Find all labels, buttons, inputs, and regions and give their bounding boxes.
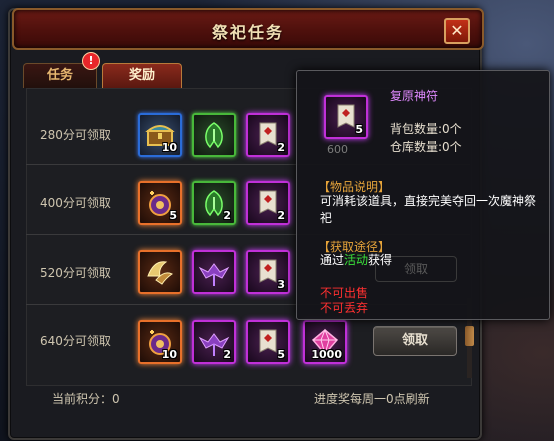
source-body: 通过活动获得 (320, 252, 542, 269)
reward-slot[interactable]: 2 (192, 181, 236, 225)
reward-slot[interactable]: 5 (138, 181, 182, 225)
source-post: 获得 (368, 253, 393, 267)
item-count: 5 (277, 348, 285, 361)
source-pre: 通过 (320, 253, 345, 267)
refresh-note: 进度奖每周一0点刷新 (314, 392, 430, 406)
bag-count: 背包数量:0个 (390, 122, 462, 136)
reward-slot[interactable]: 1000 (303, 320, 347, 364)
reward-slot[interactable]: 3 (246, 250, 290, 294)
item-count: 3 (277, 278, 285, 291)
item-count: 5 (169, 209, 177, 222)
green-rune-icon (205, 122, 223, 149)
scrollbar-thumb[interactable] (465, 326, 474, 346)
desc-body: 可消耗该道具，直接完美夺回一次魔神祭祀 (320, 194, 537, 225)
golden-wings-icon (147, 261, 173, 285)
reward-slot[interactable]: 5 (246, 320, 290, 364)
reward-slot[interactable] (192, 113, 236, 157)
reward-slot[interactable] (192, 250, 236, 294)
item-count: 10 (161, 141, 177, 154)
title-bar: 祭祀任务 (12, 8, 484, 50)
row-score-label: 520分可领取 (40, 266, 111, 280)
current-score: 当前积分：0 (52, 392, 120, 406)
row-score-label: 400分可领取 (40, 196, 111, 210)
reward-slot[interactable]: 2 (246, 181, 290, 225)
item-count: 2 (277, 209, 285, 222)
item-count: 5 (355, 123, 363, 136)
purple-bat-icon (198, 263, 230, 286)
item-count: 1000 (311, 348, 342, 361)
claim-button[interactable]: 领取 (373, 326, 457, 356)
reward-slot[interactable]: 2 (192, 320, 236, 364)
alert-badge-icon: ! (82, 52, 100, 70)
source-highlight: 活动 (344, 253, 369, 267)
reward-slot[interactable]: 10 (138, 320, 182, 364)
item-count: 2 (223, 348, 231, 361)
item-name: 复原神符 (390, 89, 439, 103)
tab-reward[interactable]: 奖励 (102, 63, 182, 88)
item-count: 2 (223, 209, 231, 222)
reward-slot[interactable]: 2 (246, 113, 290, 157)
row-score-label: 280分可领取 (40, 128, 111, 142)
tooltip-item-slot: 5 (324, 95, 368, 139)
reward-slot[interactable]: 10 (138, 113, 182, 157)
obscured-value: 600 (327, 143, 348, 156)
close-button[interactable]: ✕ (444, 18, 470, 44)
item-count: 2 (277, 141, 285, 154)
window-title: 祭祀任务 (211, 23, 284, 42)
row-score-label: 640分可领取 (40, 334, 111, 348)
item-count: 10 (161, 348, 177, 361)
warehouse-count: 仓库数量:0个 (390, 140, 462, 154)
reward-slot[interactable] (138, 250, 182, 294)
no-discard-text: 不可丢弃 (320, 301, 369, 315)
